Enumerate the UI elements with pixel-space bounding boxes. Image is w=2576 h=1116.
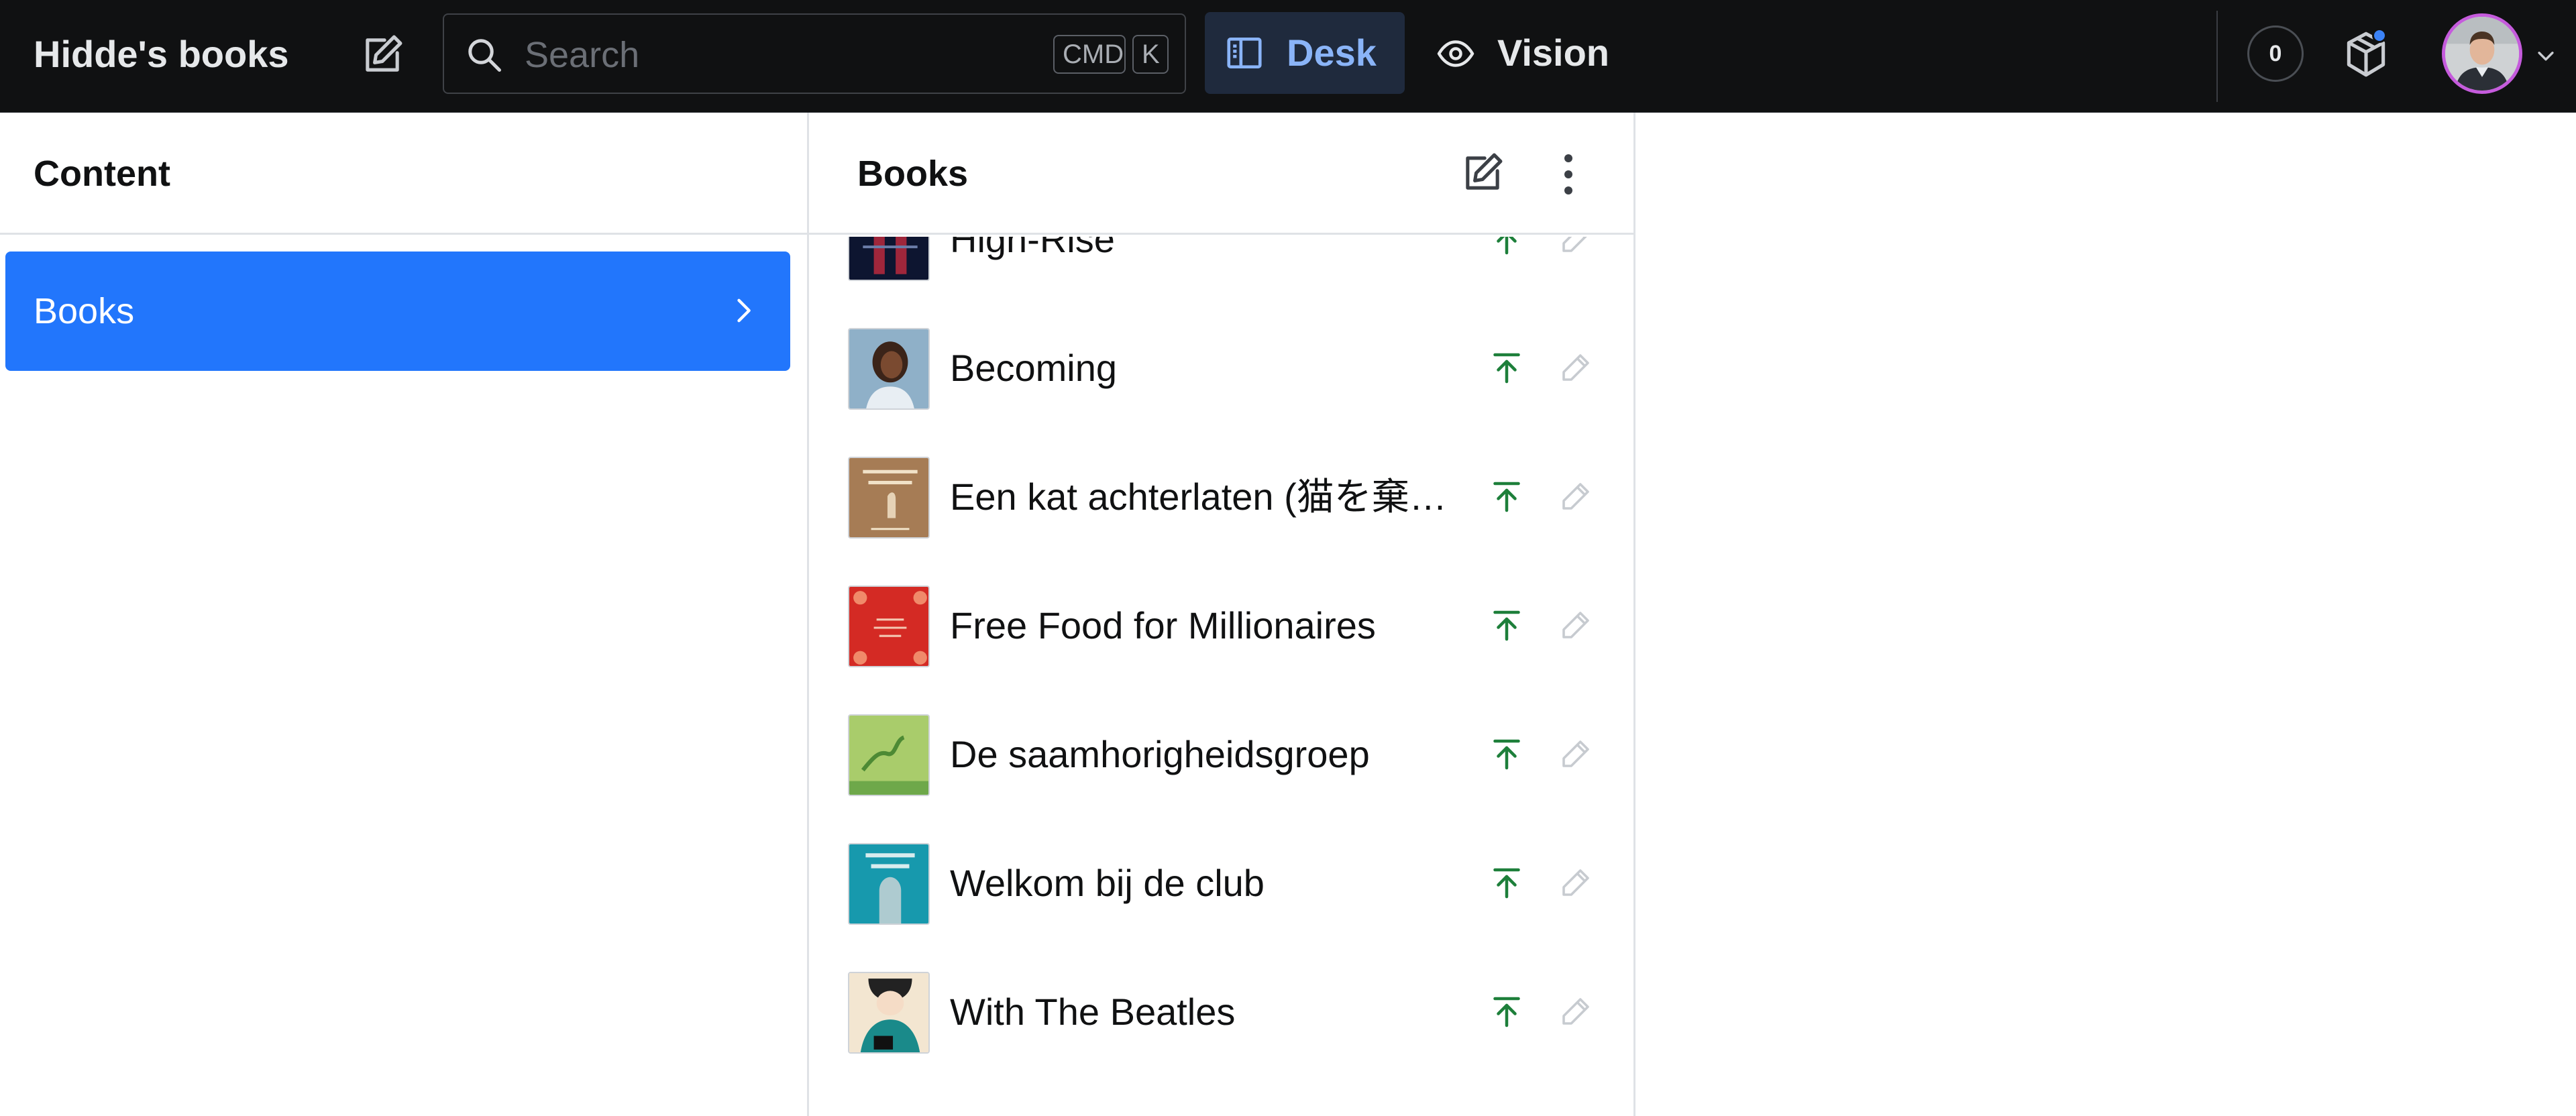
compose-icon[interactable]: [357, 30, 408, 80]
published-icon: [1487, 734, 1527, 775]
book-title: Welkom bij de club: [950, 862, 1265, 904]
book-cover-thumbnail: [848, 328, 930, 410]
notification-dot: [2372, 28, 2387, 43]
search-placeholder: Search: [525, 35, 640, 75]
shortcut-cmd-key: CMD: [1053, 35, 1126, 74]
book-title: Een kat achterlaten (猫を棄てる): [950, 476, 1460, 518]
books-pane-title: Books: [857, 154, 969, 194]
desk-icon: [1224, 32, 1265, 74]
chevron-right-icon: [726, 293, 761, 328]
published-icon: [1487, 992, 1527, 1032]
published-icon: [1487, 477, 1527, 517]
book-title: Becoming: [950, 347, 1118, 389]
published-icon: [1487, 237, 1527, 260]
search-icon: [464, 35, 504, 75]
book-list-item[interactable]: With The Beatles: [809, 948, 1633, 1076]
chevron-down-icon[interactable]: [2534, 44, 2557, 67]
book-title: High-Rise: [950, 237, 1115, 260]
eye-icon: [1434, 34, 1477, 74]
books-pane-header: Books: [809, 113, 1633, 235]
published-icon: [1487, 863, 1527, 903]
book-cover-thumbnail: [848, 714, 930, 796]
create-document-icon[interactable]: [1457, 148, 1508, 199]
book-list-item[interactable]: Welkom bij de club: [809, 819, 1633, 948]
edit-pencil-icon[interactable]: [1558, 478, 1594, 514]
counter-badge[interactable]: 0: [2247, 25, 2304, 82]
book-cover-thumbnail: [848, 457, 930, 539]
tool-vision-label: Vision: [1497, 32, 1610, 74]
shortcut-k-key: K: [1132, 35, 1169, 74]
avatar[interactable]: [2442, 13, 2522, 94]
top-navbar: Hidde's books Search CMD K Desk Vision 0: [0, 0, 2576, 113]
search-input[interactable]: Search CMD K: [443, 13, 1186, 94]
published-icon: [1487, 606, 1527, 646]
edit-pencil-icon[interactable]: [1558, 993, 1594, 1029]
book-title: Free Food for Millionaires: [950, 604, 1376, 647]
edit-pencil-icon[interactable]: [1558, 607, 1594, 643]
content-pane-title: Content: [34, 154, 170, 194]
navbar-divider: [2216, 11, 2218, 102]
book-list-item[interactable]: Free Food for Millionaires: [809, 561, 1633, 690]
book-list-item[interactable]: High-Rise: [809, 237, 1633, 304]
book-title: With The Beatles: [950, 991, 1236, 1033]
content-pane: Content Books: [0, 113, 809, 1116]
tool-desk-button[interactable]: Desk: [1205, 12, 1405, 94]
book-cover-thumbnail: [848, 843, 930, 925]
book-cover-thumbnail: [848, 972, 930, 1054]
books-pane: Books High-Rise Becoming Een kat achterl…: [809, 113, 1635, 1116]
book-list: High-Rise Becoming Een kat achterlaten (…: [809, 237, 1633, 1116]
published-icon: [1487, 348, 1527, 388]
sidebar-item-label: Books: [34, 291, 135, 331]
edit-pencil-icon[interactable]: [1558, 237, 1594, 257]
book-list-item[interactable]: De saamhorigheidsgroep: [809, 690, 1633, 819]
tool-vision-button[interactable]: Vision: [1422, 12, 1623, 94]
project-title[interactable]: Hidde's books: [34, 31, 289, 78]
book-list-item[interactable]: Becoming: [809, 304, 1633, 433]
book-cover-thumbnail: [848, 237, 930, 281]
edit-pencil-icon[interactable]: [1558, 349, 1594, 386]
book-title: De saamhorigheidsgroep: [950, 733, 1370, 775]
book-cover-thumbnail: [848, 585, 930, 667]
edit-pencil-icon[interactable]: [1558, 736, 1594, 772]
edit-pencil-icon[interactable]: [1558, 864, 1594, 901]
more-options-icon[interactable]: [1555, 150, 1582, 199]
sidebar-item-books[interactable]: Books: [5, 252, 790, 371]
content-pane-header: Content: [0, 113, 807, 235]
tool-desk-label: Desk: [1287, 32, 1377, 74]
book-list-item[interactable]: Een kat achterlaten (猫を棄てる): [809, 433, 1633, 561]
